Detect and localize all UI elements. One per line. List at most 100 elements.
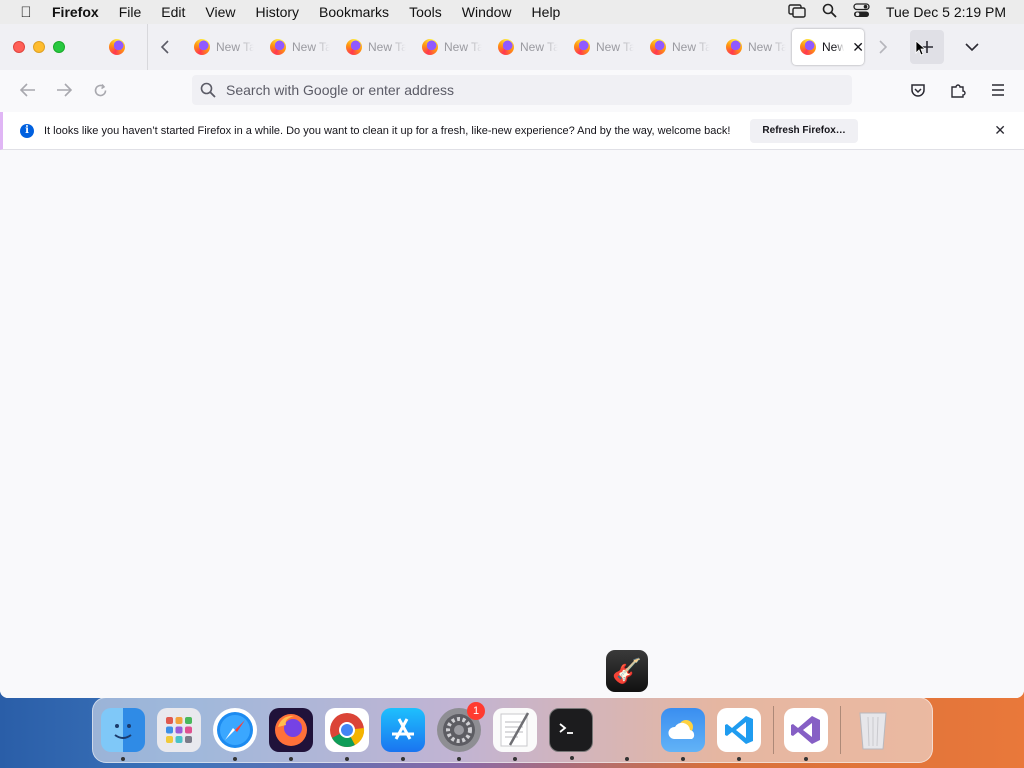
menu-view[interactable]: View [195,0,245,24]
dock-separator [773,706,774,754]
reload-button[interactable] [82,74,118,106]
chrome-icon[interactable] [325,708,369,761]
tab[interactable]: New Tab [638,24,714,70]
extensions-button[interactable] [940,74,976,106]
back-button[interactable] [10,74,46,106]
trash-icon[interactable] [851,708,895,752]
tab[interactable]: New Tab [562,24,638,70]
visual-studio-icon[interactable] [784,708,828,761]
running-indicator [121,757,125,761]
running-indicator [681,757,685,761]
firefox-favicon-icon [346,39,362,55]
tab[interactable]: New Tab [334,24,410,70]
info-icon: i [20,123,34,138]
running-indicator [804,757,808,761]
active-tab[interactable]: New Tab ✕ [792,29,864,65]
refresh-notification-bar: i It looks like you haven’t started Fire… [0,112,1024,150]
chevron-down-icon [965,43,979,52]
chevron-left-icon [160,40,169,54]
running-indicator [401,757,405,761]
running-indicator [457,757,461,761]
firefox-favicon-icon [108,39,125,55]
running-indicator [625,757,629,761]
app-store-icon[interactable] [381,708,425,761]
tab[interactable]: New Tab [714,24,790,70]
firefox-favicon-icon [498,39,514,55]
apple-menu-icon[interactable]:  [0,4,52,21]
address-bar[interactable] [192,75,852,105]
firefox-window: New Tab New Tab New Tab New Tab New Tab … [0,24,1024,698]
firefox-favicon-icon [194,39,210,55]
dock: 1 [92,697,933,763]
pinned-tab[interactable] [86,24,148,70]
back-arrow-icon [20,83,35,97]
pocket-icon [911,83,925,97]
close-tab-icon[interactable]: ✕ [852,39,864,56]
navigation-toolbar [0,70,1024,110]
tab-scroll-left-button[interactable] [148,24,182,70]
menu-history[interactable]: History [245,0,309,24]
active-tab-label: New Tab [822,40,845,54]
search-icon [200,82,216,98]
tab-strip: New Tab New Tab New Tab New Tab New Tab … [0,24,1024,70]
page-content-area[interactable] [0,150,1024,698]
menu-edit[interactable]: Edit [151,0,195,24]
screen-mirroring-icon[interactable] [788,3,806,21]
weather-icon[interactable] [661,708,705,761]
firefox-favicon-icon [270,39,286,55]
menu-app-name[interactable]: Firefox [52,0,109,24]
firefox-favicon-icon [800,39,816,55]
tab-label: New Tab [444,40,482,54]
tab[interactable]: New Tab [486,24,562,70]
tab[interactable]: New Tab [182,24,258,70]
firefox-favicon-icon [650,39,666,55]
control-center-icon[interactable] [853,3,870,21]
tab[interactable]: New Tab [258,24,334,70]
system-settings-icon[interactable]: 1 [437,702,485,761]
firefox-favicon-icon [726,39,742,55]
running-indicator [513,757,517,761]
list-all-tabs-button[interactable] [956,31,988,63]
notification-message: It looks like you haven’t started Firefo… [44,124,731,137]
menu-help[interactable]: Help [522,0,571,24]
chevron-right-icon [879,40,888,54]
menu-tools[interactable]: Tools [399,0,452,24]
finder-icon[interactable] [101,708,145,761]
menubar-clock[interactable]: Tue Dec 5 2:19 PM [886,4,1006,20]
minimize-window-button[interactable] [33,41,45,53]
tab-label: New Tab [520,40,558,54]
puzzle-icon [951,84,966,98]
menu-bookmarks[interactable]: Bookmarks [309,0,399,24]
refresh-firefox-button[interactable]: Refresh Firefox… [750,118,858,143]
garageband-icon[interactable]: 🎸 [606,650,648,692]
pocket-button[interactable] [900,74,936,106]
tab-label: New Tab [748,40,786,54]
close-window-button[interactable] [13,41,25,53]
forward-arrow-icon [57,83,72,97]
notification-badge: 1 [467,702,485,720]
zoom-window-button[interactable] [53,41,65,53]
running-indicator [345,757,349,761]
terminal-icon[interactable] [549,708,593,760]
url-input[interactable] [226,82,826,98]
running-indicator [570,756,574,760]
window-controls [0,41,86,53]
tab[interactable]: New Tab [410,24,486,70]
hamburger-menu-icon [992,84,1004,96]
vscode-icon[interactable] [717,708,761,761]
forward-button[interactable] [46,74,82,106]
tab-label: New Tab [368,40,406,54]
dismiss-notification-icon[interactable]: ✕ [994,122,1006,139]
dock-separator [840,706,841,754]
textedit-icon[interactable] [493,708,537,761]
empty-dock-slot [605,708,649,761]
menu-window[interactable]: Window [452,0,522,24]
menu-file[interactable]: File [109,0,152,24]
running-indicator [233,757,237,761]
launchpad-icon[interactable] [157,708,201,752]
spotlight-search-icon[interactable] [822,3,837,21]
safari-icon[interactable] [213,708,257,761]
firefox-dock-icon[interactable] [269,708,313,761]
tab-scroll-right-button[interactable] [866,24,900,70]
app-menu-button[interactable] [980,74,1016,106]
